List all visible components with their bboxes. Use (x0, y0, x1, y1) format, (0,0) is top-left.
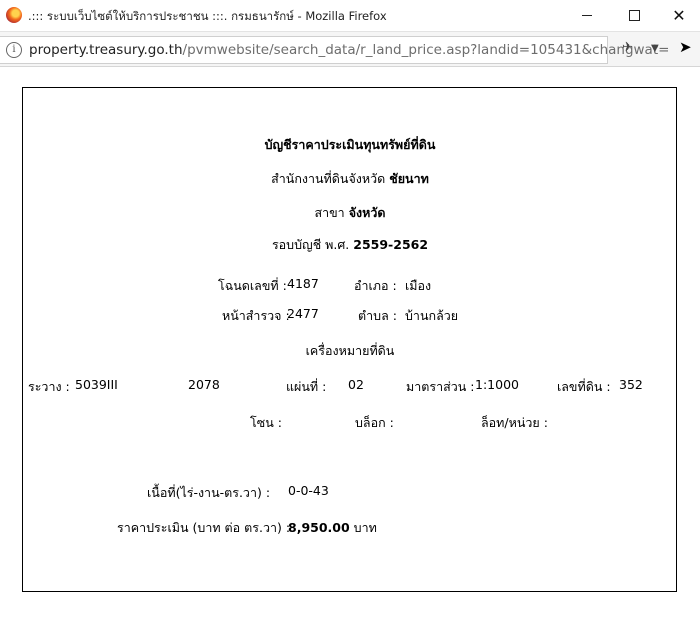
deed-label: โฉนดเลขที่ : (218, 278, 287, 293)
price-line: 8,950.00 บาท (288, 518, 377, 538)
branch-value: จังหวัด (348, 205, 386, 220)
navigation-bar: i property.treasury.go.th/pvmwebsite/sea… (0, 32, 700, 67)
deed-value: 4187 (287, 276, 319, 291)
survey-value: 2477 (287, 306, 319, 321)
price-label: ราคาประเมิน (บาท ต่อ ตร.วา) : (117, 520, 291, 535)
info-icon[interactable]: i (6, 42, 22, 58)
cursor-icon: ➤ (679, 38, 692, 56)
office-label: สำนักงานที่ดินจังหวัด (271, 171, 386, 186)
close-button[interactable]: ✕ (656, 0, 700, 31)
url-field[interactable]: i property.treasury.go.th/pvmwebsite/sea… (0, 36, 669, 64)
landmark-heading: เครื่องหมายที่ดิน (305, 343, 395, 358)
area-label: เนื้อที่(ไร่-งาน-ตร.วา) : (147, 485, 271, 500)
rawang-value-secondary: 2078 (188, 377, 220, 392)
period-line: รอบบัญชี พ.ศ. 2559-2562 (272, 235, 428, 255)
url-host: property.treasury.go.th (29, 42, 183, 58)
maximize-button[interactable] (611, 0, 657, 31)
sheet-value: 02 (348, 377, 364, 392)
landno-value: 352 (619, 377, 643, 392)
branch-label: สาขา (314, 205, 345, 220)
title-bar: .::: ระบบเว็บไซต์ให้บริการประชาชน :::. ก… (0, 0, 700, 32)
office-line: สำนักงานที่ดินจังหวัด ชัยนาท (271, 169, 429, 189)
sheet-label: แผ่นที่ : (286, 379, 327, 394)
firefox-logo-icon (6, 7, 22, 23)
amphoe-label: อำเภอ : (354, 278, 397, 293)
scale-value: 1:1000 (475, 377, 519, 392)
landno-label: เลขที่ดิน : (557, 379, 611, 394)
price-unit: บาท (353, 520, 377, 535)
period-label: รอบบัญชี พ.ศ. (271, 237, 350, 252)
minimize-icon (582, 15, 592, 16)
dropdown-icon[interactable]: ▼ (651, 43, 659, 54)
land-price-document: บัญชีราคาประเมินทุนทรัพย์ที่ดิน สำนักงาน… (22, 87, 677, 592)
page-content: บัญชีราคาประเมินทุนทรัพย์ที่ดิน สำนักงาน… (0, 67, 700, 619)
price-value: 8,950.00 (288, 520, 350, 535)
maximize-icon (628, 10, 640, 21)
minimize-button[interactable] (564, 0, 610, 31)
url-path: /pvmwebsite/search_data/r_land_price.asp… (182, 42, 670, 58)
close-icon: ✕ (672, 5, 686, 25)
block-label: บล็อก : (355, 415, 394, 430)
rawang-label: ระวาง : (28, 379, 70, 394)
amphoe-value: เมือง (405, 278, 432, 293)
lot-label: ล็อท/หน่วย : (481, 415, 548, 430)
zone-label: โซน : (250, 415, 282, 430)
plugin-icon[interactable]: ✈ (622, 40, 633, 55)
period-value: 2559-2562 (353, 237, 429, 252)
office-value: ชัยนาท (389, 171, 429, 186)
document-heading: บัญชีราคาประเมินทุนทรัพย์ที่ดิน (264, 137, 436, 152)
window-title: .::: ระบบเว็บไซต์ให้บริการประชาชน :::. ก… (28, 9, 387, 23)
branch-line: สาขา จังหวัด (314, 203, 385, 223)
tambon-value: บ้านกล้วย (405, 308, 459, 323)
url-text: property.treasury.go.th/pvmwebsite/searc… (29, 42, 669, 58)
tambon-label: ตำบล : (358, 308, 397, 323)
area-value: 0-0-43 (288, 483, 329, 498)
survey-label: หน้าสำรวจ : (222, 308, 290, 323)
scale-label: มาตราส่วน : (406, 379, 475, 394)
rawang-value: 5039III (75, 377, 118, 392)
